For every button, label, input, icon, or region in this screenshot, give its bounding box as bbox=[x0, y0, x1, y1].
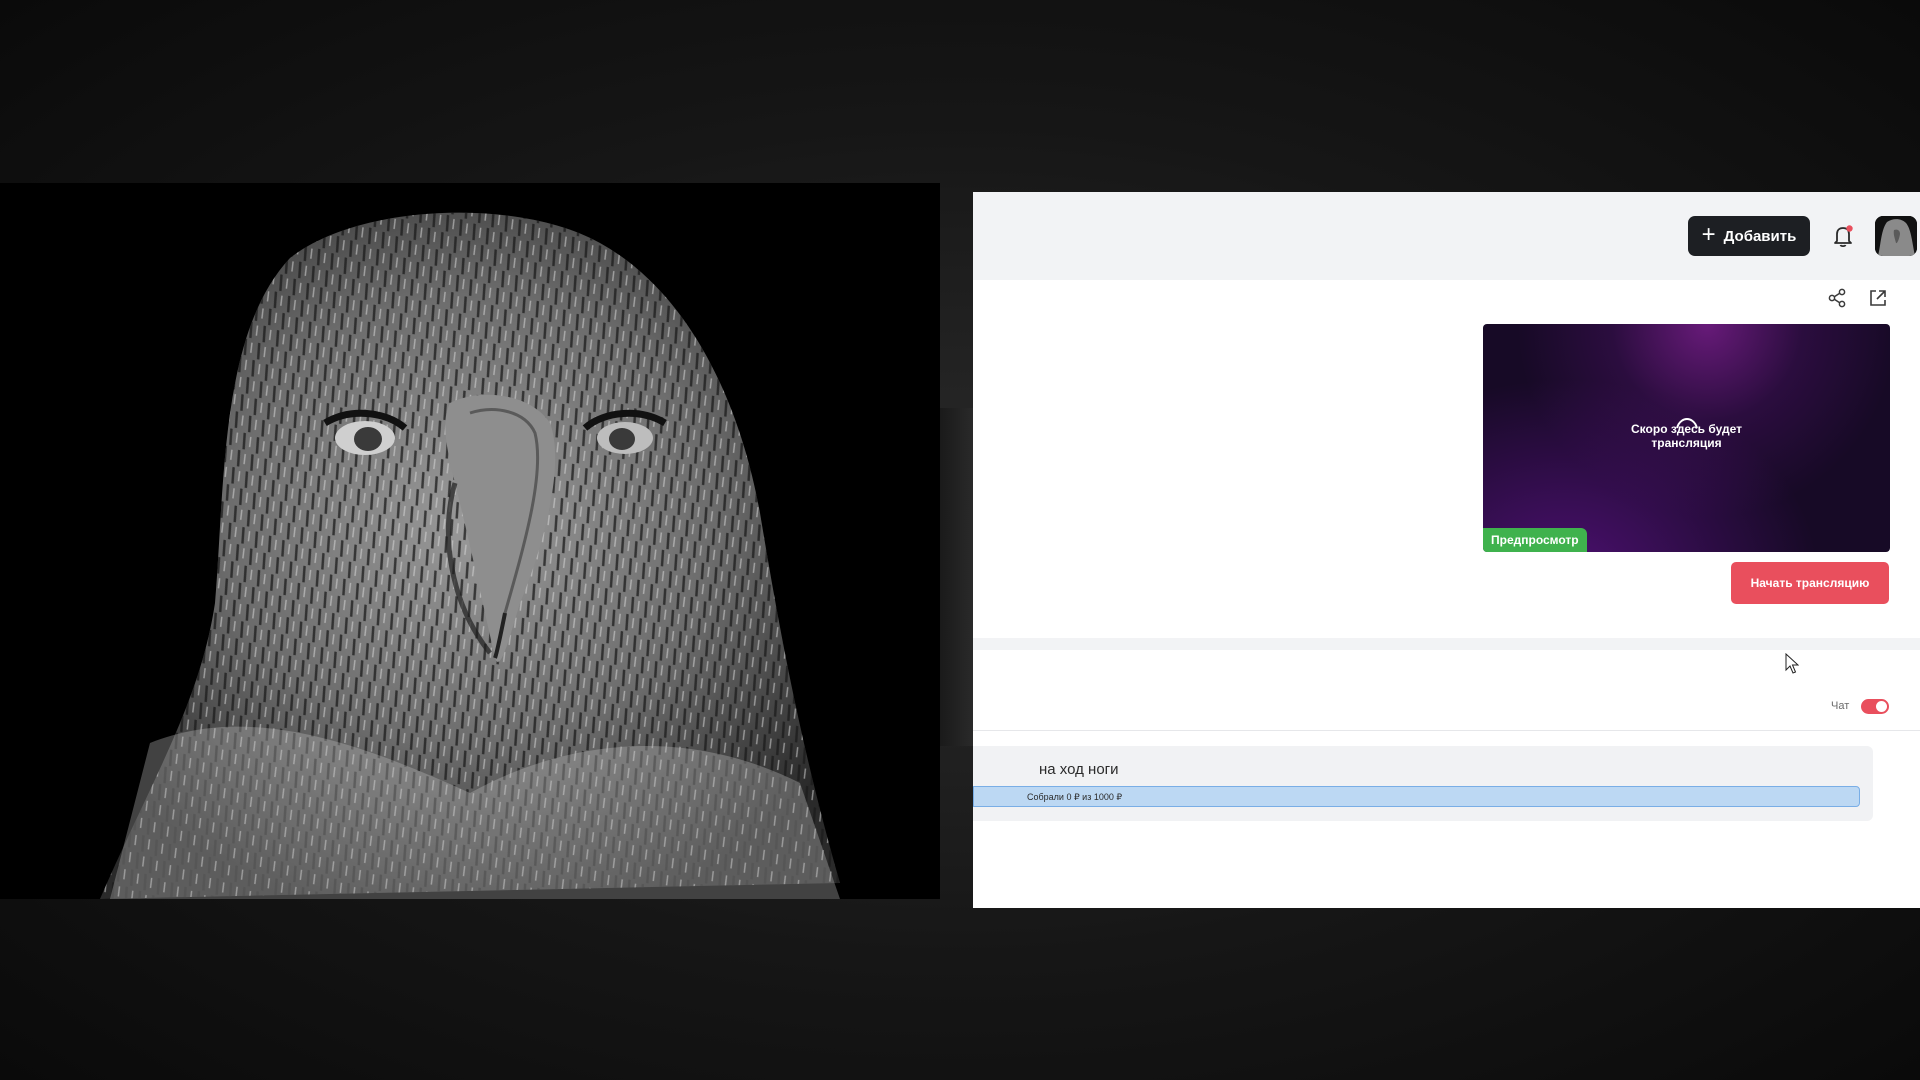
goal-progress-bar: Собрали 0 ₽ из 1000 ₽ bbox=[973, 786, 1860, 807]
chat-label: Чат bbox=[1831, 700, 1850, 712]
add-button-label: Добавить bbox=[1723, 227, 1797, 245]
chat-goals-section: Чат на ход ноги Собрали 0 ₽ из 1000 ₽ bbox=[973, 650, 1920, 908]
top-header: + Добавить bbox=[973, 192, 1920, 280]
preview-badge: Предпросмотр bbox=[1483, 528, 1587, 552]
preview-message: Скоро здесь будет трансляция bbox=[1483, 422, 1890, 450]
camera-feed bbox=[0, 183, 940, 899]
background-strip bbox=[940, 408, 974, 746]
eagle-image bbox=[0, 183, 940, 899]
start-stream-button[interactable]: Начать трансляцию bbox=[1731, 562, 1889, 604]
avatar[interactable] bbox=[1875, 216, 1917, 256]
goal-card[interactable]: на ход ноги Собрали 0 ₽ из 1000 ₽ bbox=[973, 746, 1873, 821]
avatar-image bbox=[1875, 216, 1917, 256]
goal-title: на ход ноги bbox=[1039, 761, 1119, 778]
chat-toggle[interactable] bbox=[1861, 699, 1889, 714]
bell-icon[interactable] bbox=[1829, 222, 1857, 250]
share-icon[interactable] bbox=[1825, 286, 1849, 310]
add-button[interactable]: + Добавить bbox=[1688, 216, 1810, 256]
preview-text-line2: трансляция bbox=[1651, 436, 1722, 450]
section-divider bbox=[973, 638, 1920, 650]
goal-progress-text: Собрали 0 ₽ из 1000 ₽ bbox=[1027, 792, 1123, 802]
stream-preview[interactable]: Скоро здесь будет трансляция Предпросмот… bbox=[1483, 324, 1890, 552]
stream-section: Скоро здесь будет трансляция Предпросмот… bbox=[973, 280, 1920, 630]
plus-icon: + bbox=[1701, 221, 1716, 248]
mouse-cursor-icon bbox=[1785, 653, 1799, 674]
external-link-icon[interactable] bbox=[1866, 286, 1890, 310]
preview-text-line1: Скоро здесь будет bbox=[1631, 422, 1742, 436]
stream-dashboard: + Добавить Скоро здесь будет трансляция … bbox=[973, 192, 1920, 908]
divider bbox=[973, 730, 1920, 731]
